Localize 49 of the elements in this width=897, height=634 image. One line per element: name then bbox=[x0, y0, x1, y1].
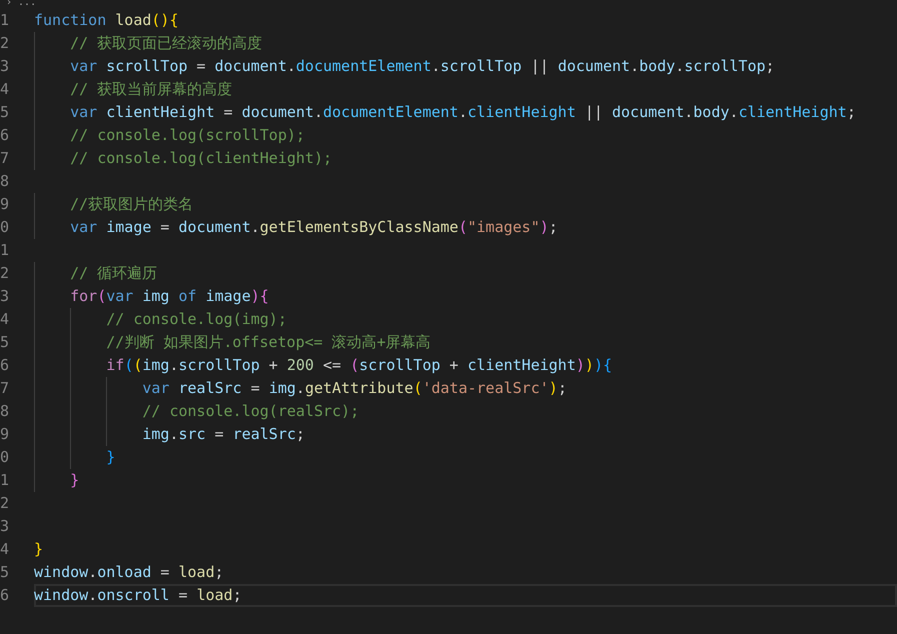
line-number: 4 bbox=[0, 539, 10, 560]
line-number: 4 bbox=[0, 79, 10, 100]
line-number: 8 bbox=[0, 401, 10, 422]
line-number: 2 bbox=[0, 493, 10, 514]
code-line: if((img.scrollTop + 200 <= (scrollTop + clientHeight))){ bbox=[105, 356, 612, 375]
line-number: 2 bbox=[0, 33, 10, 54]
code-line: window.onscroll = load; bbox=[34, 586, 242, 605]
line-number: 7 bbox=[0, 148, 10, 169]
code-line: // console.log(realSrc); bbox=[141, 402, 360, 421]
code-line: // console.log(scrollTop); bbox=[69, 126, 305, 145]
code-line: window.onload = load; bbox=[34, 563, 224, 582]
line-number: 0 bbox=[0, 447, 10, 468]
line-number: 3 bbox=[0, 56, 10, 77]
line-number: 8 bbox=[0, 171, 10, 192]
line-number: 3 bbox=[0, 286, 10, 307]
code-line: var scrollTop = document.documentElement.scrollTop || document.body.scrollTop; bbox=[69, 57, 775, 76]
line-number: 5 bbox=[0, 102, 10, 123]
line-number: 2 bbox=[0, 263, 10, 284]
line-number: 9 bbox=[0, 424, 10, 445]
code-line: } bbox=[69, 471, 80, 490]
code-line: //获取图片的类名 bbox=[69, 195, 194, 214]
code-line: for(var img of image){ bbox=[69, 287, 269, 306]
line-number: 6 bbox=[0, 125, 10, 146]
code-line: // console.log(clientHeight); bbox=[69, 149, 332, 168]
code-line: //判断 如果图片.offsetop<= 滚动高+屏幕高 bbox=[105, 333, 431, 352]
line-number: 9 bbox=[0, 194, 10, 215]
breadcrumb[interactable]: › ... bbox=[6, 0, 36, 8]
line-number: 5 bbox=[0, 562, 10, 583]
code-line: // 获取页面已经滚动的高度 bbox=[69, 34, 262, 53]
line-number: 1 bbox=[0, 240, 10, 261]
line-number: 1 bbox=[0, 10, 10, 31]
code-line: // 循环遍历 bbox=[69, 264, 158, 283]
line-number: 4 bbox=[0, 309, 10, 330]
line-number: 6 bbox=[0, 355, 10, 376]
code-line: // console.log(img); bbox=[105, 310, 287, 329]
code-line: img.src = realSrc; bbox=[141, 425, 305, 444]
line-number: 6 bbox=[0, 585, 10, 606]
line-number: 1 bbox=[0, 470, 10, 491]
code-line: } bbox=[105, 448, 116, 467]
line-number: 7 bbox=[0, 378, 10, 399]
code-line: var image = document.getElementsByClassName("images"); bbox=[69, 218, 558, 237]
code-line: } bbox=[34, 540, 44, 559]
code-line: function load(){ bbox=[34, 11, 178, 30]
line-number: 3 bbox=[0, 516, 10, 537]
code-line: var clientHeight = document.documentElement.clientHeight || document.body.clientHeight; bbox=[69, 103, 856, 122]
code-line: // 获取当前屏幕的高度 bbox=[69, 80, 232, 99]
line-number: 0 bbox=[0, 217, 10, 238]
line-number: 5 bbox=[0, 332, 10, 353]
code-line: var realSrc = img.getAttribute('data-realSrc'); bbox=[141, 379, 567, 398]
